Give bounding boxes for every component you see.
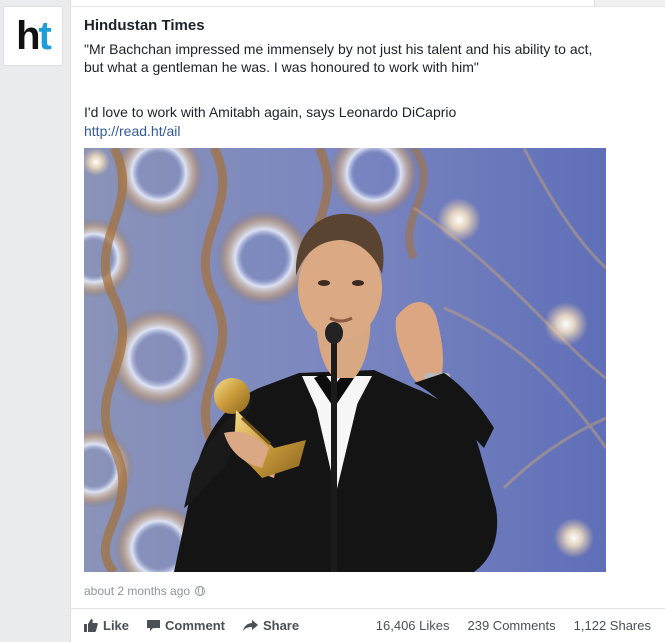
- speech-bubble-icon: [147, 619, 161, 631]
- globe-icon: [195, 586, 206, 596]
- share-label: Share: [262, 618, 300, 633]
- comment-label: Comment: [165, 618, 225, 633]
- previous-post-corner: [594, 0, 665, 6]
- post-headline: I'd love to work with Amitabh again, say…: [84, 104, 457, 120]
- post-link[interactable]: http://read.ht/ail: [84, 123, 181, 139]
- logo-h: h: [16, 14, 40, 58]
- post-quote: "Mr Bachchan impressed me immensely by n…: [84, 41, 593, 75]
- action-divider: [71, 608, 665, 609]
- like-button[interactable]: Like: [84, 618, 129, 633]
- photo-illustration: [84, 148, 606, 572]
- shares-count[interactable]: 1,122 Shares: [574, 618, 651, 633]
- previous-post-edge: [71, 0, 665, 7]
- action-bar: Like Comment Share: [84, 618, 299, 633]
- page-name-link[interactable]: Hindustan Times: [84, 17, 205, 34]
- post-card: Hindustan Times "Mr Bachchan impressed m…: [70, 0, 665, 642]
- share-button[interactable]: Share: [242, 618, 300, 633]
- post-timestamp[interactable]: about 2 months ago: [84, 584, 206, 598]
- logo-t: t: [38, 14, 52, 58]
- post-photo[interactable]: [84, 148, 606, 572]
- engagement-stats: 16,406 Likes 239 Comments 1,122 Shares: [376, 618, 651, 633]
- share-arrow-icon: [242, 619, 258, 631]
- likes-count[interactable]: 16,406 Likes: [376, 618, 450, 633]
- comment-button[interactable]: Comment: [147, 618, 225, 633]
- logo-text: ht: [16, 14, 52, 58]
- like-label: Like: [103, 618, 130, 633]
- timestamp-text: about 2 months ago: [84, 584, 191, 598]
- page-logo[interactable]: ht: [3, 6, 63, 66]
- left-gutter: ht: [0, 0, 70, 642]
- comments-count[interactable]: 239 Comments: [468, 618, 556, 633]
- thumbs-up-icon: [84, 619, 98, 632]
